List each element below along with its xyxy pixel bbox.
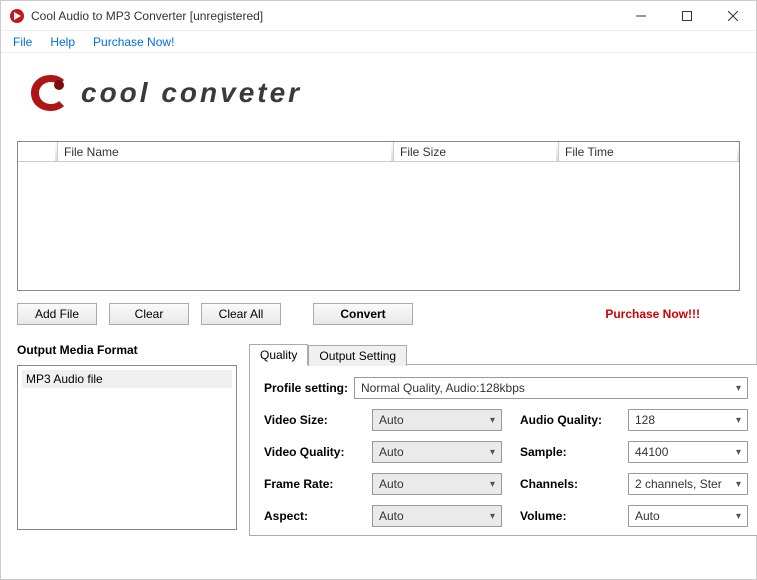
- volume-label: Volume:: [520, 509, 610, 523]
- video-size-value: Auto: [379, 413, 404, 427]
- profile-setting-value: Normal Quality, Audio:128kbps: [361, 381, 525, 395]
- clear-all-button[interactable]: Clear All: [201, 303, 281, 325]
- settings-panel: Quality Output Setting Profile setting: …: [249, 343, 757, 536]
- channels-value: 2 channels, Ster: [635, 477, 722, 491]
- audio-quality-label: Audio Quality:: [520, 413, 610, 427]
- aspect-value: Auto: [379, 509, 404, 523]
- menu-purchase[interactable]: Purchase Now!: [85, 33, 182, 51]
- chevron-down-icon: ▾: [736, 383, 741, 394]
- svg-text:cool conveter: cool conveter: [81, 77, 302, 108]
- logo-icon: cool conveter: [21, 68, 441, 118]
- menu-help[interactable]: Help: [42, 33, 83, 51]
- frame-rate-label: Frame Rate:: [264, 477, 354, 491]
- minimize-button[interactable]: [618, 1, 664, 30]
- tab-quality[interactable]: Quality: [249, 344, 308, 365]
- frame-rate-select[interactable]: Auto ▾: [372, 473, 502, 495]
- audio-quality-value: 128: [635, 413, 655, 427]
- chevron-down-icon: ▾: [736, 511, 741, 522]
- tab-output-setting[interactable]: Output Setting: [308, 345, 407, 366]
- titlebar: Cool Audio to MP3 Converter [unregistere…: [1, 1, 756, 31]
- clear-button[interactable]: Clear: [109, 303, 189, 325]
- channels-label: Channels:: [520, 477, 610, 491]
- quality-tab-panel: Profile setting: Normal Quality, Audio:1…: [249, 364, 757, 536]
- video-quality-label: Video Quality:: [264, 445, 354, 459]
- column-filesize[interactable]: File Size: [394, 142, 559, 161]
- list-item[interactable]: MP3 Audio file: [22, 370, 232, 388]
- menubar: File Help Purchase Now!: [1, 31, 756, 53]
- video-size-label: Video Size:: [264, 413, 354, 427]
- column-checkbox[interactable]: [18, 142, 58, 161]
- file-table-header: File Name File Size File Time: [18, 142, 739, 162]
- chevron-down-icon: ▾: [736, 479, 741, 490]
- video-quality-select[interactable]: Auto ▾: [372, 441, 502, 463]
- column-filetime[interactable]: File Time: [559, 142, 739, 161]
- convert-button[interactable]: Convert: [313, 303, 413, 325]
- output-media-format-section: Output Media Format MP3 Audio file: [17, 343, 237, 536]
- profile-setting-select[interactable]: Normal Quality, Audio:128kbps ▾: [354, 377, 748, 399]
- button-row: Add File Clear Clear All Convert Purchas…: [17, 303, 740, 325]
- video-size-select[interactable]: Auto ▾: [372, 409, 502, 431]
- chevron-down-icon: ▾: [736, 447, 741, 458]
- aspect-select[interactable]: Auto ▾: [372, 505, 502, 527]
- chevron-down-icon: ▾: [490, 415, 495, 426]
- channels-select[interactable]: 2 channels, Ster ▾: [628, 473, 748, 495]
- sample-select[interactable]: 44100 ▾: [628, 441, 748, 463]
- column-filename[interactable]: File Name: [58, 142, 394, 161]
- chevron-down-icon: ▾: [736, 415, 741, 426]
- volume-select[interactable]: Auto ▾: [628, 505, 748, 527]
- output-media-format-label: Output Media Format: [17, 343, 237, 357]
- audio-quality-select[interactable]: 128 ▾: [628, 409, 748, 431]
- menu-file[interactable]: File: [5, 33, 40, 51]
- aspect-label: Aspect:: [264, 509, 354, 523]
- chevron-down-icon: ▾: [490, 447, 495, 458]
- window-title: Cool Audio to MP3 Converter [unregistere…: [31, 9, 618, 23]
- volume-value: Auto: [635, 509, 660, 523]
- chevron-down-icon: ▾: [490, 479, 495, 490]
- output-media-format-list[interactable]: MP3 Audio file: [17, 365, 237, 530]
- sample-label: Sample:: [520, 445, 610, 459]
- app-icon: [9, 8, 25, 24]
- maximize-button[interactable]: [664, 1, 710, 30]
- sample-value: 44100: [635, 445, 668, 459]
- video-quality-value: Auto: [379, 445, 404, 459]
- frame-rate-value: Auto: [379, 477, 404, 491]
- purchase-now-link[interactable]: Purchase Now!!!: [605, 307, 700, 321]
- close-button[interactable]: [710, 1, 756, 30]
- file-table-body[interactable]: [18, 162, 739, 290]
- profile-setting-label: Profile setting:: [264, 381, 354, 395]
- file-table: File Name File Size File Time: [17, 141, 740, 291]
- logo-area: cool conveter: [1, 53, 756, 133]
- add-file-button[interactable]: Add File: [17, 303, 97, 325]
- chevron-down-icon: ▾: [490, 511, 495, 522]
